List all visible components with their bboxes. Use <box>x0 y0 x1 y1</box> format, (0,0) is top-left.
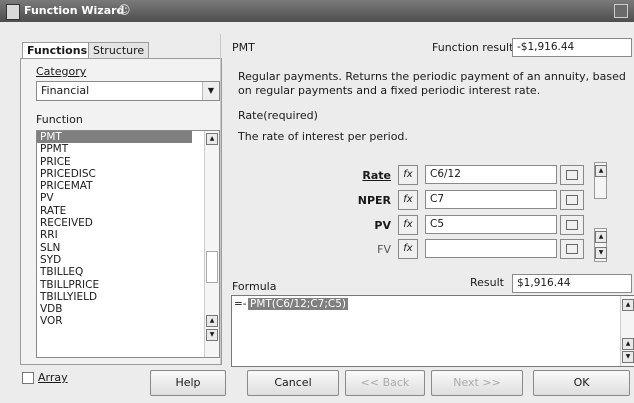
shrink-icon[interactable] <box>560 190 584 210</box>
argument-title: Rate(required) <box>238 109 318 122</box>
nper-field[interactable]: C7 <box>425 190 557 209</box>
function-name: PMT <box>232 41 255 54</box>
nper-value: C7 <box>430 193 445 205</box>
formula-text: PMT(C6/12;C7;C5) <box>248 298 349 310</box>
argument-description: The rate of interest per period. <box>238 130 408 143</box>
list-item[interactable]: VOR <box>37 315 219 327</box>
list-item[interactable]: PV <box>37 192 219 204</box>
function-description: Regular payments. Returns the periodic p… <box>238 70 626 97</box>
scroll-up-icon[interactable]: ▲ <box>622 338 634 350</box>
list-item[interactable]: PRICEDISC <box>37 168 219 180</box>
function-list-scrollbar[interactable]: ▲ ▲ ▼ <box>204 131 219 357</box>
app-icon <box>6 4 20 20</box>
fv-label: FV <box>377 243 391 256</box>
scroll-up-icon[interactable]: ▲ <box>595 231 607 243</box>
help-button[interactable]: Help <box>150 370 226 396</box>
rate-label: Rate <box>362 169 391 182</box>
function-result-field: -$1,916.44 <box>512 38 632 57</box>
list-item[interactable]: PPMT <box>37 143 219 155</box>
nper-label: NPER <box>357 194 391 207</box>
category-label: Category <box>36 65 87 78</box>
formula-scrollbar[interactable]: ▲ ▲ ▼ <box>620 296 634 366</box>
scroll-up-icon[interactable]: ▲ <box>206 133 218 145</box>
shrink-icon[interactable] <box>560 165 584 185</box>
function-list[interactable]: PMT PPMT PRICE PRICEDISC PRICEMAT PV RAT… <box>36 130 220 358</box>
scroll-up-icon[interactable]: ▲ <box>595 165 607 177</box>
list-item[interactable]: TBILLPRICE <box>37 279 219 291</box>
shrink-icon[interactable] <box>560 239 584 259</box>
tab-structure[interactable]: Structure <box>88 42 150 59</box>
category-value: Financial <box>41 84 90 97</box>
function-result-label: Function result <box>432 41 514 54</box>
result-value: $1,916.44 <box>517 277 571 289</box>
list-item[interactable]: VDB <box>37 303 219 315</box>
args-scrollbar[interactable]: ▲ ▼ <box>594 228 607 262</box>
cancel-button[interactable]: Cancel <box>247 370 339 396</box>
list-item[interactable]: RATE <box>37 205 219 217</box>
formula-prefix: =- <box>234 298 247 310</box>
scroll-down-icon[interactable]: ▼ <box>595 247 607 259</box>
rate-value: C6/12 <box>430 168 461 180</box>
category-select[interactable]: Financial ▼ <box>36 81 220 101</box>
args-scrollbar[interactable]: ▲ <box>594 162 607 199</box>
result-field: $1,916.44 <box>512 274 632 293</box>
rate-field[interactable]: C6/12 <box>425 165 557 184</box>
close-icon[interactable] <box>614 4 628 18</box>
array-label: Array <box>38 371 68 384</box>
fv-field[interactable] <box>425 239 557 258</box>
scroll-up-icon[interactable]: ▲ <box>622 299 634 311</box>
chevron-down-icon[interactable]: ▼ <box>202 82 219 100</box>
list-item[interactable]: SLN <box>37 242 219 254</box>
function-result-value: -$1,916.44 <box>517 41 575 53</box>
list-item[interactable]: RRI <box>37 229 219 241</box>
list-item[interactable]: TBILLEQ <box>37 266 219 278</box>
list-item[interactable]: PRICEMAT <box>37 180 219 192</box>
function-wizard-dialog: Function Wizard ☺ Functions Structure Ca… <box>0 0 634 403</box>
formula-label: Formula <box>232 280 277 293</box>
list-item[interactable]: SYD <box>37 254 219 266</box>
back-button[interactable]: << Back <box>345 370 425 396</box>
title-bar: Function Wizard ☺ <box>0 0 634 22</box>
function-list-label: Function <box>36 113 83 126</box>
scroll-down-icon[interactable]: ▼ <box>622 351 634 363</box>
scroll-thumb[interactable] <box>206 251 218 283</box>
ok-button[interactable]: OK <box>533 370 630 396</box>
fx-icon[interactable]: fx <box>398 215 418 235</box>
scroll-up-icon[interactable]: ▲ <box>206 315 218 327</box>
pv-field[interactable]: C5 <box>425 215 557 234</box>
fx-icon[interactable]: fx <box>398 165 418 185</box>
scroll-down-icon[interactable]: ▼ <box>206 329 218 341</box>
divider <box>220 34 221 364</box>
list-item[interactable]: TBILLYIELD <box>37 291 219 303</box>
list-item[interactable]: RECEIVED <box>37 217 219 229</box>
fx-icon[interactable]: fx <box>398 239 418 259</box>
fx-icon[interactable]: fx <box>398 190 418 210</box>
pv-value: C5 <box>430 218 445 230</box>
next-button[interactable]: Next >> <box>431 370 523 396</box>
list-item[interactable]: PRICE <box>37 156 219 168</box>
pv-label: PV <box>374 219 391 232</box>
array-checkbox[interactable] <box>22 372 34 384</box>
result-label: Result <box>470 276 504 289</box>
formula-editor[interactable]: =- PMT(C6/12;C7;C5) ▲ ▲ ▼ <box>231 295 634 367</box>
title-smiley-icon: ☺ <box>118 3 131 17</box>
window-title: Function Wizard <box>24 4 125 17</box>
tab-functions[interactable]: Functions <box>22 42 93 59</box>
list-item[interactable]: PMT <box>37 131 192 144</box>
shrink-icon[interactable] <box>560 215 584 235</box>
